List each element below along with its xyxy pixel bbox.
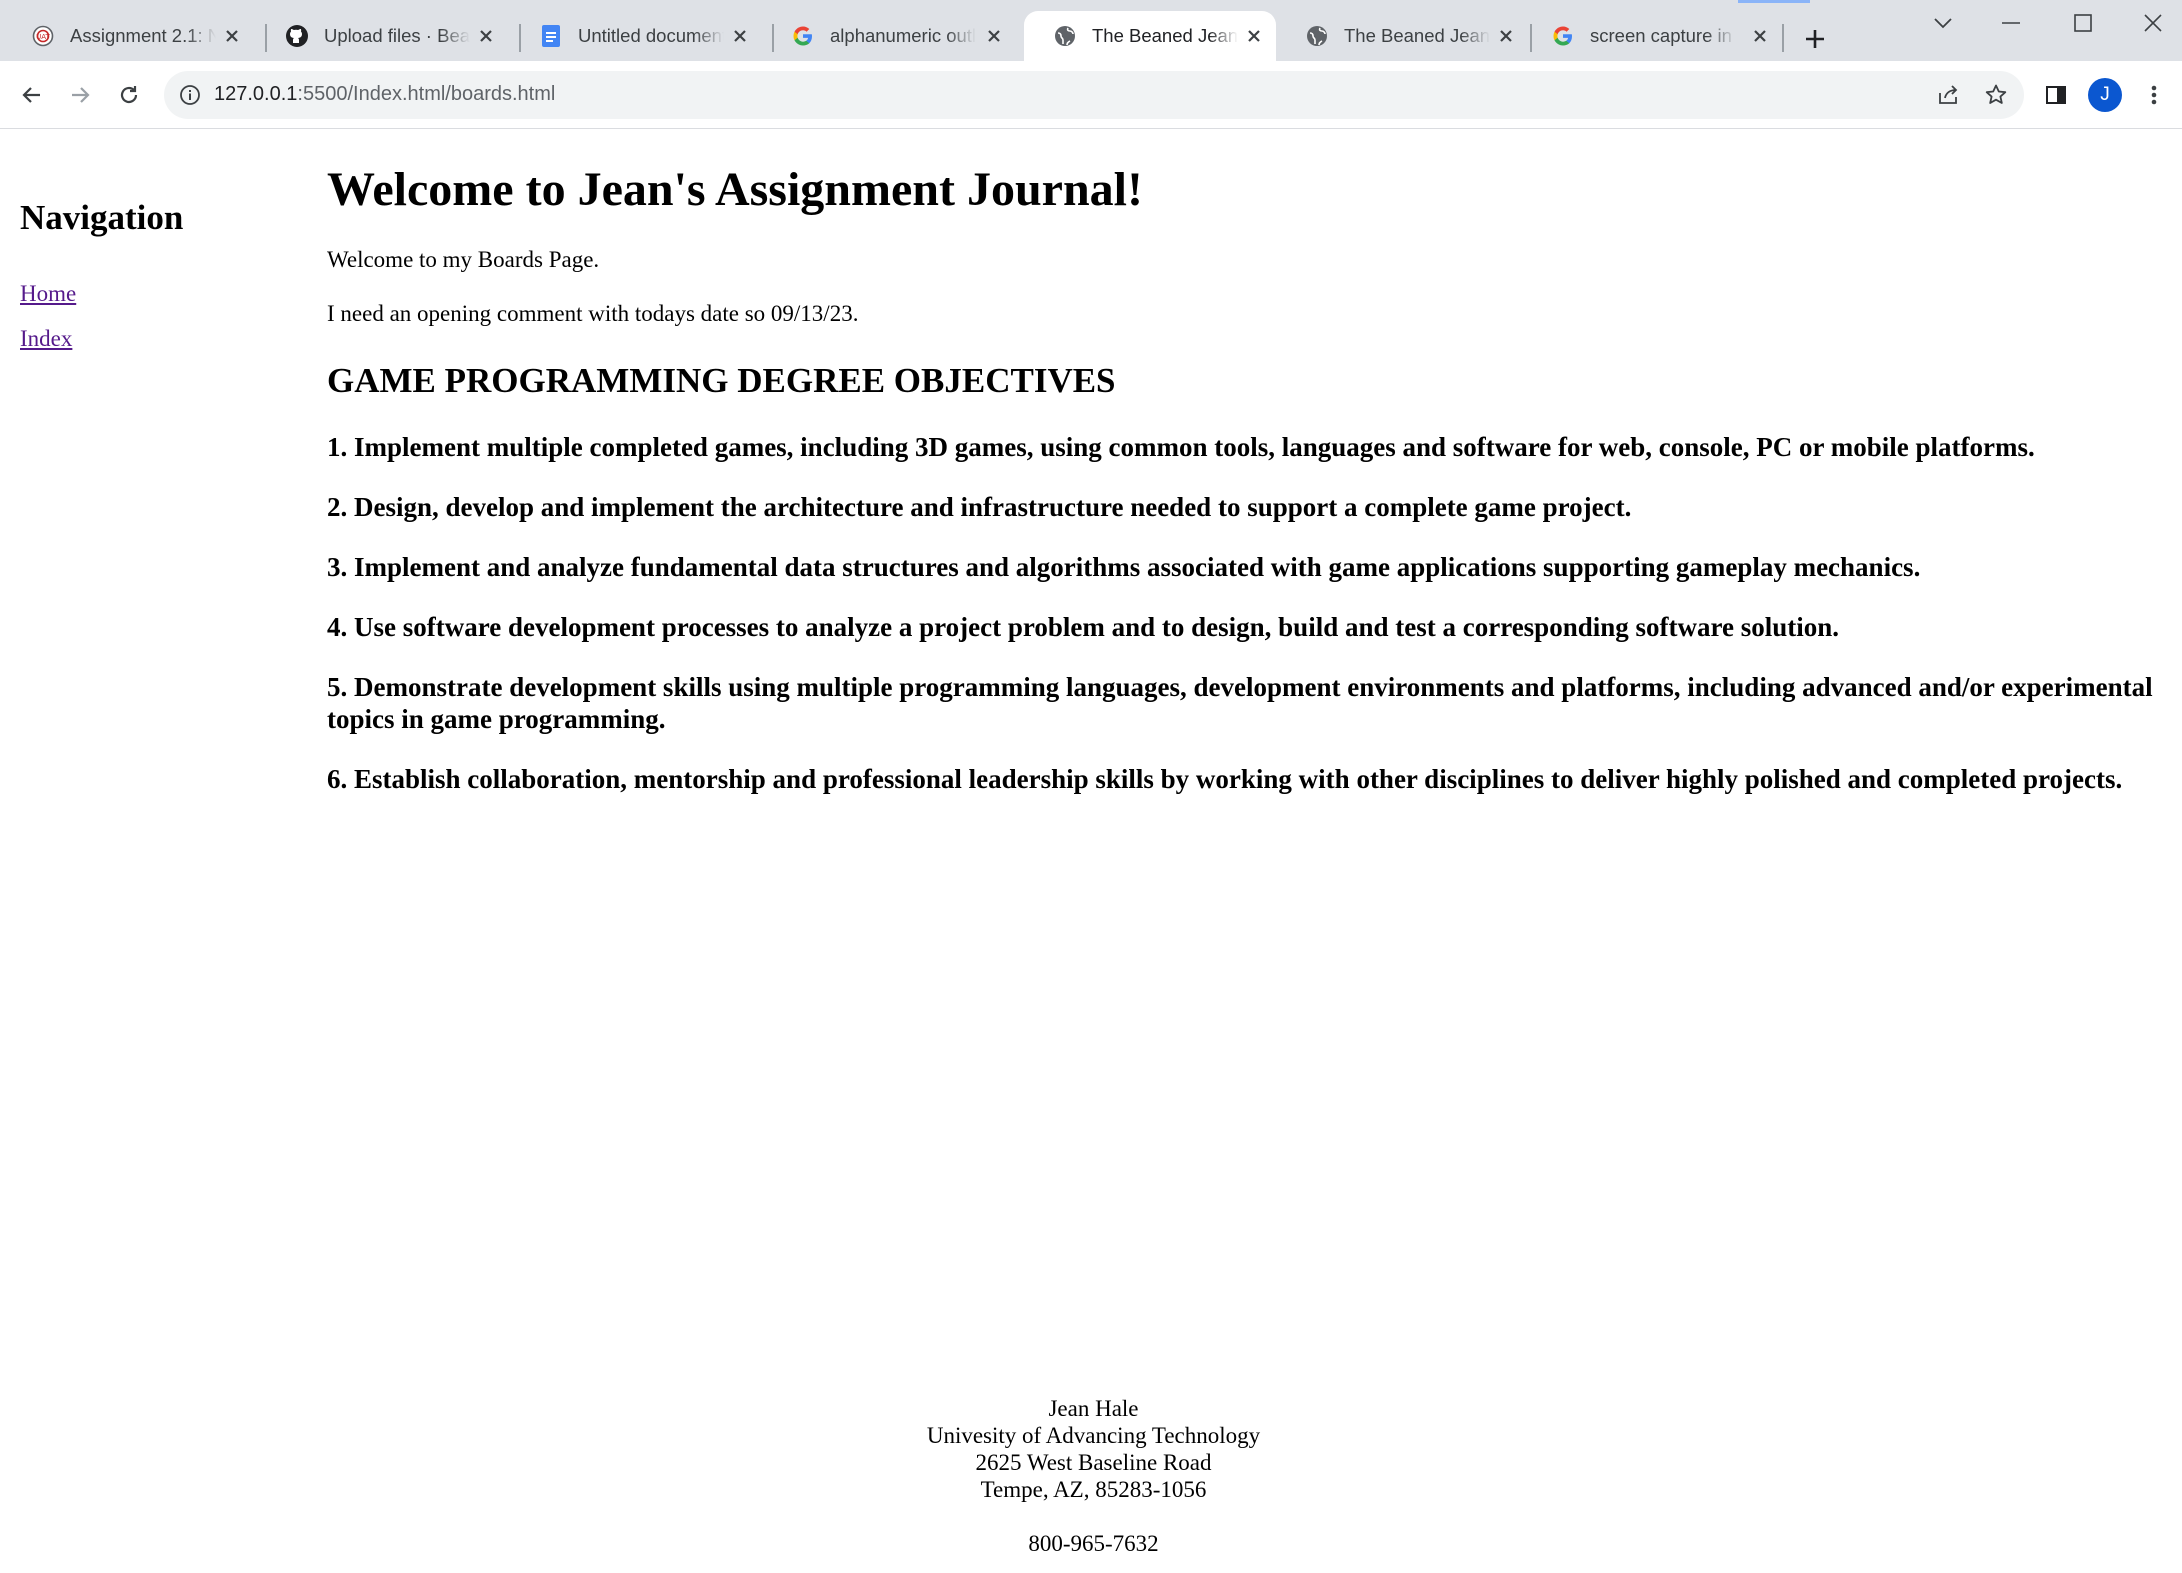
google-icon bbox=[790, 23, 816, 49]
uat-logo-icon: UAT bbox=[30, 23, 56, 49]
globe-icon bbox=[1304, 23, 1330, 49]
side-panel-icon[interactable] bbox=[2038, 77, 2074, 113]
browser-tab[interactable]: The Beaned Jeans Journal bbox=[1276, 11, 1528, 61]
google-docs-icon bbox=[538, 23, 564, 49]
browser-tab[interactable]: screen capture in windows - Google Searc… bbox=[1530, 11, 1782, 61]
objective-item: 1. Implement multiple completed games, i… bbox=[327, 432, 2035, 462]
tab-title: Assignment 2.1: Navigation Bar bbox=[70, 25, 216, 46]
back-arrow-icon[interactable] bbox=[14, 77, 50, 113]
close-tab-icon[interactable] bbox=[1494, 24, 1518, 48]
browser-toolbar: 127.0.0.1:5500/Index.html/boards.html J bbox=[0, 61, 2182, 129]
tab-title: Untitled document - Google Docs bbox=[578, 25, 724, 46]
objective-item: 5. Demonstrate development skills using … bbox=[327, 672, 2153, 734]
globe-icon bbox=[1052, 23, 1078, 49]
url-host: 127.0.0.1 bbox=[214, 83, 298, 105]
browser-tab[interactable]: Untitled document - Google Docs bbox=[510, 11, 762, 61]
tab-title: The Beaned Jeans Journal bbox=[1344, 25, 1490, 46]
site-info-icon[interactable] bbox=[178, 83, 202, 107]
url-path: :5500/Index.html/boards.html bbox=[297, 83, 556, 105]
browser-tab[interactable]: alphanumeric outline - Google Search bbox=[764, 11, 1016, 61]
tab-title: Upload files · BeanedJeans bbox=[324, 25, 470, 46]
nav-title: Navigation bbox=[20, 198, 184, 237]
footer-city: Tempe, AZ, 85283-1056 bbox=[980, 1477, 1207, 1502]
objective-item: 2. Design, develop and implement the arc… bbox=[327, 492, 1632, 522]
reload-icon[interactable] bbox=[111, 77, 147, 113]
tab-title: The Beaned Jeans Journal bbox=[1092, 25, 1238, 46]
tab-strip-accent bbox=[1738, 0, 1810, 3]
objective-item: 6. Establish collaboration, mentorship a… bbox=[327, 764, 2123, 794]
share-icon[interactable] bbox=[1936, 83, 1960, 107]
date-comment: I need an opening comment with todays da… bbox=[327, 301, 859, 326]
browser-tab[interactable]: Upload files · BeanedJeans bbox=[256, 11, 508, 61]
browser-tab[interactable]: UAT Assignment 2.1: Navigation Bar bbox=[2, 11, 254, 61]
page-title: Welcome to Jean's Assignment Journal! bbox=[327, 163, 1143, 216]
close-tab-icon[interactable] bbox=[474, 24, 498, 48]
footer-school: Univesity of Advancing Technology bbox=[926, 1423, 1261, 1448]
footer-name: Jean Hale bbox=[1048, 1396, 1139, 1421]
footer-phone: 800-965-7632 bbox=[1028, 1531, 1159, 1556]
address-bar[interactable]: 127.0.0.1:5500/Index.html/boards.html bbox=[164, 71, 2024, 119]
close-tab-icon[interactable] bbox=[982, 24, 1006, 48]
url-text[interactable]: 127.0.0.1:5500/Index.html/boards.html bbox=[214, 83, 555, 106]
close-window-icon[interactable] bbox=[2130, 8, 2176, 38]
tab-title: alphanumeric outline - Google Search bbox=[830, 25, 976, 46]
close-tab-icon[interactable] bbox=[1242, 24, 1266, 48]
minimize-icon[interactable] bbox=[1988, 8, 2034, 38]
close-tab-icon[interactable] bbox=[1748, 24, 1772, 48]
forward-arrow-icon[interactable] bbox=[62, 77, 98, 113]
tab-search-chevron-down-icon[interactable] bbox=[1920, 8, 1966, 38]
maximize-icon[interactable] bbox=[2060, 8, 2106, 38]
intro-text: Welcome to my Boards Page. bbox=[327, 247, 600, 272]
nav-link-index[interactable]: Index bbox=[20, 326, 72, 352]
close-tab-icon[interactable] bbox=[220, 24, 244, 48]
close-tab-icon[interactable] bbox=[728, 24, 752, 48]
github-icon bbox=[284, 23, 310, 49]
objective-item: 4. Use software development processes to… bbox=[327, 612, 1839, 642]
footer-street: 2625 West Baseline Road bbox=[975, 1450, 1212, 1475]
new-tab-icon[interactable] bbox=[1800, 24, 1830, 54]
bookmark-star-icon[interactable] bbox=[1984, 83, 2008, 107]
objectives-heading: GAME PROGRAMMING DEGREE OBJECTIVES bbox=[327, 361, 1116, 400]
tab-title: screen capture in windows - Google Searc… bbox=[1590, 25, 1736, 46]
svg-text:UAT: UAT bbox=[36, 33, 50, 41]
tab-strip: UAT Assignment 2.1: Navigation Bar Uploa… bbox=[0, 0, 2182, 61]
objective-item: 3. Implement and analyze fundamental dat… bbox=[327, 552, 1921, 582]
browser-tab-active[interactable]: The Beaned Jeans Journal bbox=[1024, 11, 1276, 61]
tab-separator bbox=[1782, 24, 1784, 52]
nav-link-home[interactable]: Home bbox=[20, 281, 76, 307]
google-icon bbox=[1550, 23, 1576, 49]
profile-avatar[interactable]: J bbox=[2088, 78, 2122, 112]
more-menu-icon[interactable] bbox=[2136, 77, 2172, 113]
